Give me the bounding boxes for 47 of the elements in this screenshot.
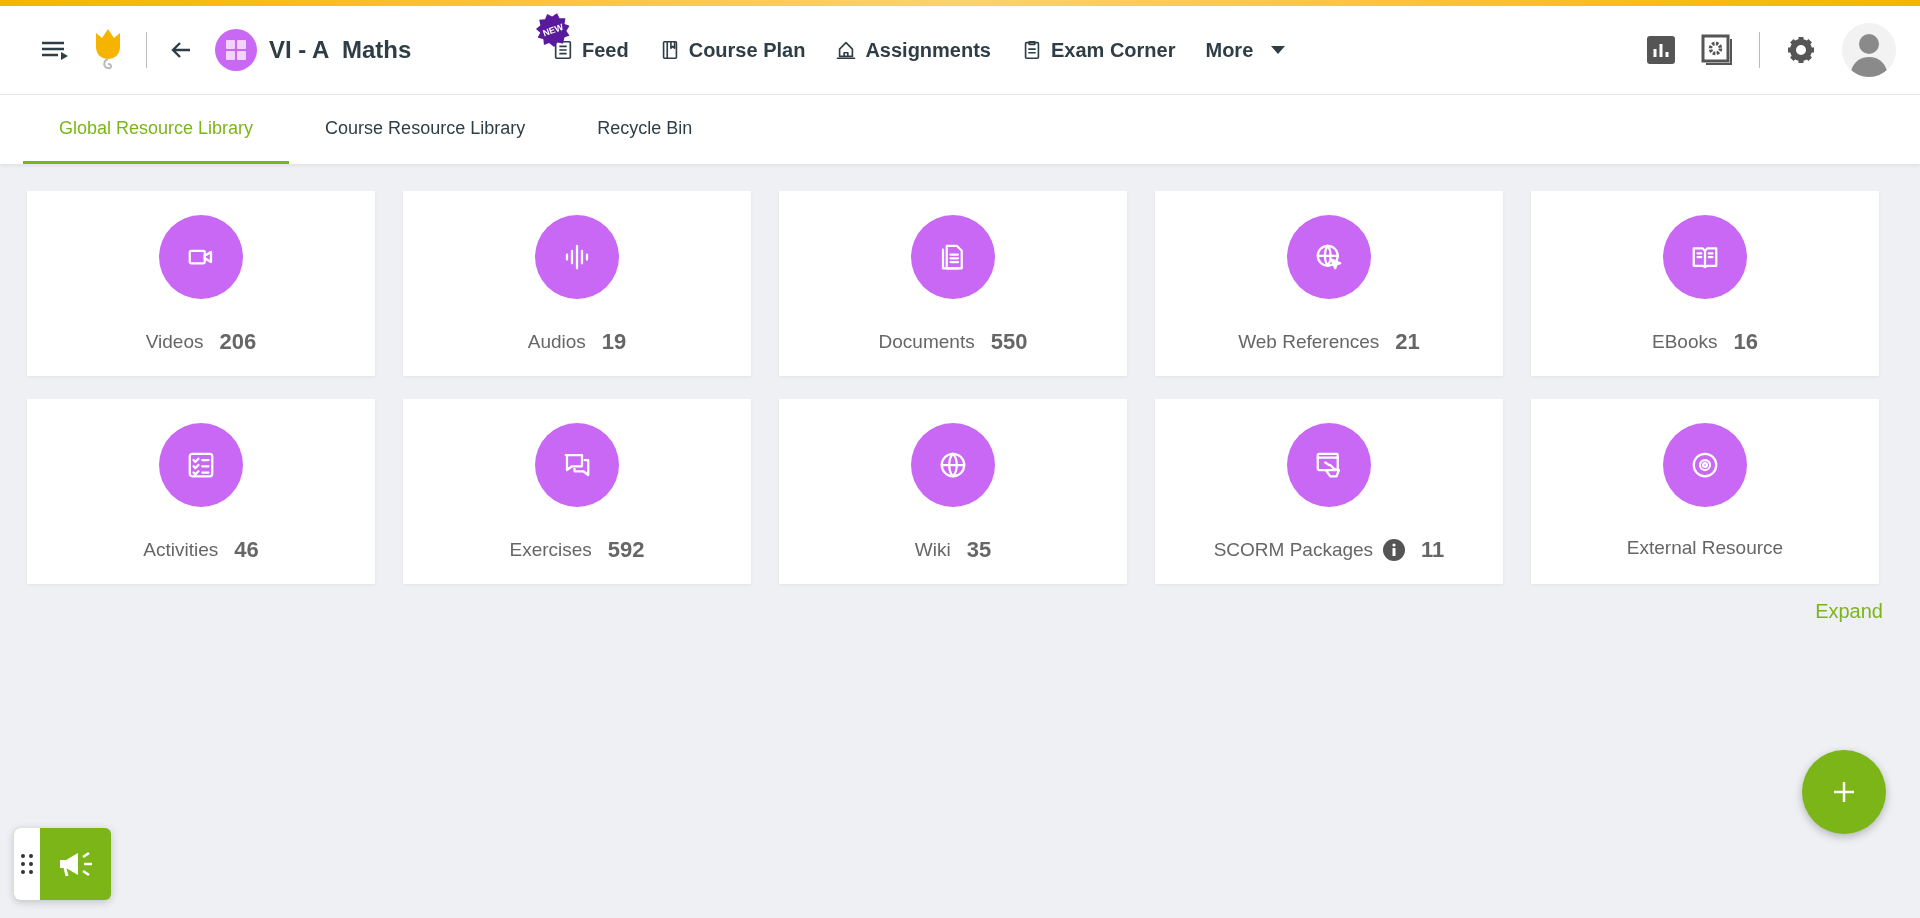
resource-count: 21 — [1395, 329, 1420, 355]
bar-chart-icon[interactable] — [1647, 36, 1675, 64]
resource-count: 550 — [990, 329, 1028, 355]
resource-card[interactable]: Documents 550 — [779, 191, 1127, 376]
course-title: VI - A Maths — [269, 36, 412, 64]
resource-name: Activities — [143, 539, 219, 561]
library-tab[interactable]: Course Resource Library — [289, 95, 562, 164]
settings-book-icon[interactable] — [1701, 34, 1733, 66]
resource-card[interactable]: Exercises 592 — [403, 399, 751, 584]
resource-card[interactable]: Videos 206 — [27, 191, 375, 376]
resource-count: 592 — [607, 537, 645, 563]
nav-link[interactable]: Exam Corner — [1021, 38, 1176, 62]
resource-card[interactable]: EBooks 16 — [1531, 191, 1879, 376]
nav-link[interactable]: More — [1205, 38, 1286, 62]
resource-name: Wiki — [914, 539, 951, 561]
resource-card[interactable]: External Resource — [1531, 399, 1879, 584]
resource-count: 11 — [1421, 537, 1445, 563]
feed-icon — [552, 39, 574, 61]
info-icon[interactable] — [1383, 539, 1406, 561]
nav-link[interactable]: Assignments — [835, 38, 991, 62]
resource-name: Web References — [1238, 331, 1380, 353]
megaphone-icon — [57, 850, 94, 878]
resource-name: Documents — [878, 331, 975, 353]
resource-card[interactable]: SCORM Packages 11 — [1155, 399, 1503, 584]
resource-card[interactable]: Web References 21 — [1155, 191, 1503, 376]
plus-icon — [1833, 781, 1855, 803]
drag-handle-icon[interactable] — [21, 854, 33, 874]
settings-icon[interactable] — [1786, 35, 1816, 65]
resource-name: EBooks — [1652, 331, 1718, 353]
resource-card[interactable]: Activities 46 — [27, 399, 375, 584]
resource-count: 35 — [966, 537, 992, 563]
house-icon — [835, 39, 858, 61]
resource-name: Exercises — [509, 539, 592, 561]
resource-name: SCORM Packages — [1213, 539, 1374, 561]
resource-card[interactable]: Audios 19 — [403, 191, 751, 376]
resource-name: External Resource — [1626, 537, 1784, 559]
resource-count: 16 — [1733, 329, 1758, 355]
resource-count: 19 — [601, 329, 627, 355]
resource-count: 46 — [234, 537, 259, 563]
resource-name: Audios — [527, 331, 586, 353]
caret-icon — [1271, 46, 1286, 54]
library-tab[interactable]: Recycle Bin — [561, 95, 729, 164]
nav-link[interactable]: Course Plan — [658, 38, 806, 62]
calculator-icon — [215, 29, 257, 71]
resource-name: Videos — [145, 331, 204, 353]
resource-count: 206 — [219, 329, 257, 355]
resource-card[interactable]: Wiki 35 — [779, 399, 1127, 584]
